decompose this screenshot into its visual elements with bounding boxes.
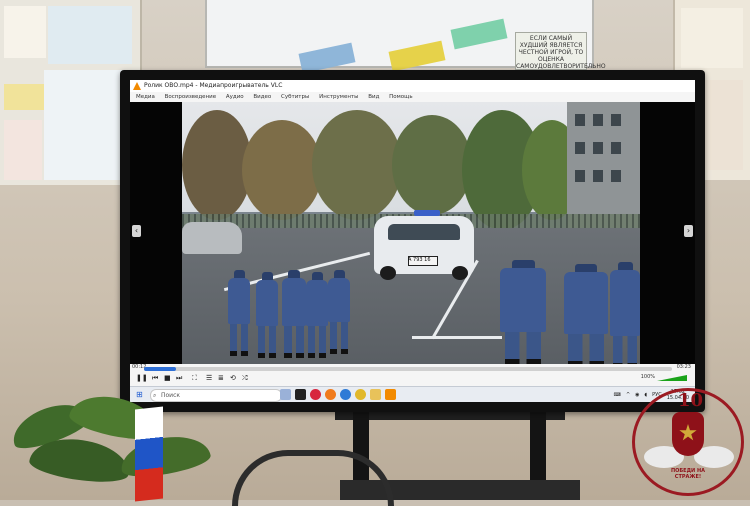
next-icon[interactable]: ⏭	[176, 374, 182, 383]
video-police-car	[374, 210, 474, 280]
app-icon[interactable]	[295, 389, 306, 400]
menu-video[interactable]: Видео	[253, 94, 271, 100]
keyboard-icon[interactable]: ⌨	[614, 392, 621, 398]
menu-media[interactable]: Медиа	[136, 94, 155, 100]
video-officer	[328, 270, 350, 354]
tv-screen: Ролик ОВО.mp4 - Медиапроигрыватель VLC М…	[130, 80, 695, 402]
vlc-controls: 00:12 03:23 ❚❚ ⏮ ■ ⏭ ⛶ ☰ ≣ ⟲ ⤮ 100%	[130, 364, 695, 386]
loop-icon[interactable]: ⟲	[230, 374, 236, 382]
seek-bar[interactable]	[144, 367, 672, 371]
video-officer	[306, 272, 328, 358]
vlc-title-bar: Ролик ОВО.mp4 - Медиапроигрыватель VLC	[130, 80, 695, 92]
yandex-icon[interactable]	[310, 389, 321, 400]
menu-playback[interactable]: Воспроизведение	[165, 94, 216, 100]
playlist-icon[interactable]: ≣	[218, 374, 224, 382]
chevron-left-icon[interactable]: ‹	[132, 225, 141, 237]
menu-audio[interactable]: Аудио	[226, 94, 244, 100]
poster	[4, 6, 46, 58]
chrome-icon[interactable]	[355, 389, 366, 400]
television: Ролик ОВО.mp4 - Медиапроигрыватель VLC М…	[120, 70, 705, 412]
video-frame[interactable]: А 793 16	[182, 102, 640, 364]
firefox-icon[interactable]	[325, 389, 336, 400]
video-officer	[282, 270, 306, 358]
time-total: 03:23	[676, 364, 691, 370]
video-officer	[610, 262, 640, 364]
chevron-up-icon[interactable]: ^	[626, 392, 630, 398]
task-view-icon[interactable]	[280, 389, 291, 400]
previous-icon[interactable]: ⏮	[152, 374, 158, 383]
vlc-taskbar-icon[interactable]	[385, 389, 396, 400]
fullscreen-icon[interactable]: ⛶	[192, 374, 197, 383]
menu-help[interactable]: Помощь	[389, 94, 412, 100]
folder-icon[interactable]	[370, 389, 381, 400]
volume-slider[interactable]	[657, 375, 687, 381]
rosgvardia-emblem: 10 ПОБЕДИ НА СТРАЖЕ!	[632, 388, 744, 496]
seek-progress	[144, 367, 176, 371]
potted-plant	[0, 389, 220, 500]
settings-icon[interactable]: ☰	[206, 374, 212, 382]
vlc-cone-icon	[133, 82, 141, 90]
video-officer	[564, 264, 608, 364]
taskbar-apps	[280, 389, 396, 400]
license-plate-text: А 793 16	[408, 257, 431, 263]
vlc-menu-bar: Медиа Воспроизведение Аудио Видео Субтит…	[130, 92, 695, 102]
chevron-right-icon[interactable]: ›	[684, 225, 693, 237]
video-car-parked	[182, 222, 242, 254]
video-officer	[500, 260, 546, 364]
menu-tools[interactable]: Инструменты	[319, 94, 358, 100]
video-officer	[256, 272, 278, 358]
whiteboard-sign: ЕСЛИ САМЫЙ ХУДШИЙ ЯВЛЯЕТСЯ ЧЕСТНОЙ ИГРОЙ…	[515, 32, 606, 70]
volume-label: 100%	[640, 374, 655, 380]
shuffle-icon[interactable]: ⤮	[242, 374, 248, 383]
poster	[681, 8, 743, 68]
vlc-window-title: Ролик ОВО.mp4 - Медиапроигрыватель VLC	[144, 82, 283, 89]
poster-calendar	[4, 84, 44, 110]
stop-icon[interactable]: ■	[164, 374, 171, 382]
poster-conversations	[48, 6, 132, 64]
menu-subtitles[interactable]: Субтитры	[281, 94, 309, 100]
edge-icon[interactable]	[340, 389, 351, 400]
video-officer	[228, 270, 250, 356]
menu-view[interactable]: Вид	[368, 94, 379, 100]
emblem-number: 10	[678, 390, 704, 411]
emblem-motto: ПОБЕДИ НА СТРАЖЕ!	[670, 468, 706, 480]
russian-flag	[135, 406, 163, 502]
pause-icon[interactable]: ❚❚	[136, 374, 148, 382]
poster	[4, 120, 42, 180]
